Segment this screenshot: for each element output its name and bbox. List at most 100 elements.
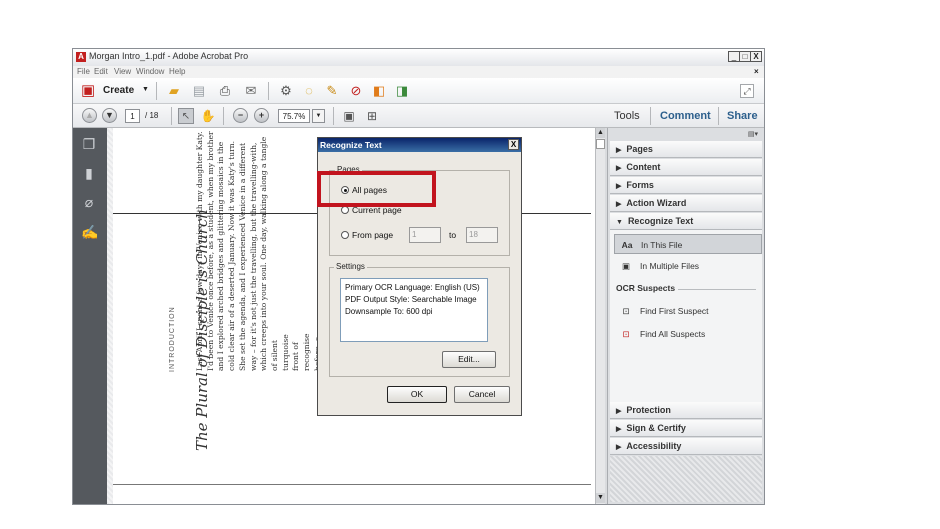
downsample-line: Downsample To: 600 dpi <box>345 307 433 316</box>
section-label: Protection <box>626 405 671 415</box>
tools-pane: ▤▾ ▶ Pages ▶ Content ▶ Forms ▶ Action Wizard… <box>607 128 764 504</box>
section-action-wizard[interactable]: ▶ Action Wizard <box>610 195 762 212</box>
page-text-line: turquoise <box>280 334 290 371</box>
page-text-line: front of <box>291 342 301 371</box>
from-page-label: From page <box>352 230 394 240</box>
section-recognize-text[interactable]: ▼ Recognize Text <box>610 213 762 230</box>
expand-icon[interactable]: ⤢ <box>740 84 754 98</box>
section-content[interactable]: ▶ Content <box>610 159 762 176</box>
email-icon[interactable]: ✉ <box>243 83 259 99</box>
hand-tool-icon[interactable]: ✋ <box>200 108 216 124</box>
page-thumbnails-icon[interactable]: ❐ <box>81 136 97 152</box>
ok-button[interactable]: OK <box>387 386 447 403</box>
page-text-line: She set the agenda, and I experienced Ve… <box>237 142 247 371</box>
dialog-title: Recognize Text <box>320 140 382 150</box>
scroll-up-icon[interactable]: ▲ <box>596 128 605 138</box>
to-label: to <box>449 230 457 240</box>
find-all-suspects-item[interactable]: ⊡ Find All Suspects <box>614 324 762 344</box>
page-text-line: cold clear air of a deserted January. No… <box>227 140 237 371</box>
review-document-icon[interactable]: ◨ <box>394 83 410 99</box>
section-label: Accessibility <box>626 441 682 451</box>
vertical-scrollbar[interactable]: ▲ ▼ <box>595 128 605 504</box>
zoom-in-icon[interactable]: + <box>254 108 269 123</box>
section-forms[interactable]: ▶ Forms <box>610 177 762 194</box>
page-text-line: Last April I spent a few days in Venice … <box>195 131 204 371</box>
settings-group-label: Settings <box>334 262 367 271</box>
sign-document-icon[interactable]: ◧ <box>371 83 387 99</box>
next-page-icon[interactable]: ▼ <box>102 108 117 123</box>
dialog-title-bar: Recognize Text X <box>318 138 521 152</box>
page-text-line: and I explored arched bridges and glitte… <box>216 141 226 371</box>
page-text-line: of silent <box>269 340 279 371</box>
print-icon[interactable]: ⎙ <box>217 83 233 99</box>
from-page-input[interactable]: 1 <box>409 227 441 243</box>
toolbar-divider <box>171 107 172 125</box>
page-number-input[interactable]: 1 <box>125 109 140 123</box>
multiple-files-icon: ▣ <box>621 261 631 271</box>
in-this-file-item[interactable]: Aa In This File <box>614 234 762 254</box>
ocr-language-line: Primary OCR Language: English (US) <box>345 283 480 292</box>
settings-summary-box: Primary OCR Language: English (US) PDF O… <box>340 278 488 342</box>
window-title: Morgan Intro_1.pdf - Adobe Acrobat Pro <box>89 51 249 61</box>
acrobat-app-icon: A <box>76 52 86 62</box>
fit-page-icon[interactable]: ▣ <box>341 108 357 124</box>
divider <box>678 289 756 290</box>
open-folder-icon[interactable]: ▰ <box>166 83 182 99</box>
red-highlight-box <box>317 171 436 207</box>
menu-window[interactable]: Window <box>136 66 164 78</box>
section-label: Action Wizard <box>626 198 687 208</box>
previous-page-icon[interactable]: ▲ <box>82 108 97 123</box>
menu-edit[interactable]: Edit <box>94 66 108 78</box>
cancel-button[interactable]: Cancel <box>454 386 510 403</box>
dialog-close-button[interactable]: X <box>508 139 519 150</box>
item-label: Find First Suspect <box>640 306 709 316</box>
select-cursor-icon[interactable]: ↖ <box>178 108 194 124</box>
section-accessibility[interactable]: ▶ Accessibility <box>610 438 762 455</box>
output-style-line: PDF Output Style: Searchable Image <box>345 295 477 304</box>
close-window-button[interactable]: X <box>750 51 762 62</box>
scroll-thumb[interactable] <box>596 139 605 149</box>
zoom-dropdown-chevron-icon[interactable]: ▼ <box>312 109 325 123</box>
menu-help[interactable]: Help <box>169 66 185 78</box>
section-label: Forms <box>626 180 654 190</box>
tab-share[interactable]: Share <box>727 110 758 122</box>
menu-file[interactable]: File <box>77 66 90 78</box>
section-label: Content <box>626 162 661 172</box>
highlight-pen-icon[interactable]: ✎ <box>324 83 340 99</box>
gear-icon[interactable]: ⚙ <box>278 83 294 99</box>
section-pages[interactable]: ▶ Pages <box>610 141 762 158</box>
find-first-suspect-item[interactable]: ⊡ Find First Suspect <box>614 301 762 321</box>
close-document-button[interactable]: × <box>754 66 759 78</box>
zoom-level-input[interactable]: 75.7% <box>278 109 310 123</box>
zoom-out-icon[interactable]: − <box>233 108 248 123</box>
attachment-paperclip-icon[interactable]: ⌀ <box>81 194 97 210</box>
tab-comment[interactable]: Comment <box>660 110 711 122</box>
toolbar-divider <box>223 107 224 125</box>
expand-arrow-icon: ▶ <box>616 147 622 154</box>
pane-options-icon[interactable]: ▤▾ <box>746 130 760 139</box>
scroll-down-icon[interactable]: ▼ <box>596 493 605 503</box>
section-protection[interactable]: ▶ Protection <box>610 402 762 419</box>
from-page-radio[interactable] <box>341 231 349 239</box>
in-multiple-files-item[interactable]: ▣ In Multiple Files <box>614 256 762 276</box>
save-icon[interactable]: ▤ <box>191 83 207 99</box>
page-count: / 18 <box>145 111 159 120</box>
tab-tools[interactable]: Tools <box>614 110 640 122</box>
menu-view[interactable]: View <box>114 66 131 78</box>
item-label: Find All Suspects <box>640 329 706 339</box>
section-label: Sign & Certify <box>626 423 686 433</box>
edit-button[interactable]: Edit... <box>442 351 496 368</box>
page-text-line: recognise <box>302 333 311 371</box>
comment-bubble-icon[interactable]: ◌ <box>301 83 317 99</box>
expand-arrow-icon: ▶ <box>616 183 622 190</box>
expand-arrow-icon: ▶ <box>616 408 622 415</box>
current-page-radio[interactable] <box>341 206 349 214</box>
section-label: Recognize Text <box>627 216 694 226</box>
collapse-arrow-icon: ▼ <box>616 219 623 226</box>
signature-pen-icon[interactable]: ✍ <box>81 224 98 240</box>
secure-document-icon[interactable]: ⊘ <box>348 83 364 99</box>
to-page-input[interactable]: 18 <box>466 227 498 243</box>
section-sign-certify[interactable]: ▶ Sign & Certify <box>610 420 762 437</box>
full-screen-icon[interactable]: ⊞ <box>364 108 380 124</box>
bookmark-icon[interactable]: ▮ <box>81 165 97 181</box>
